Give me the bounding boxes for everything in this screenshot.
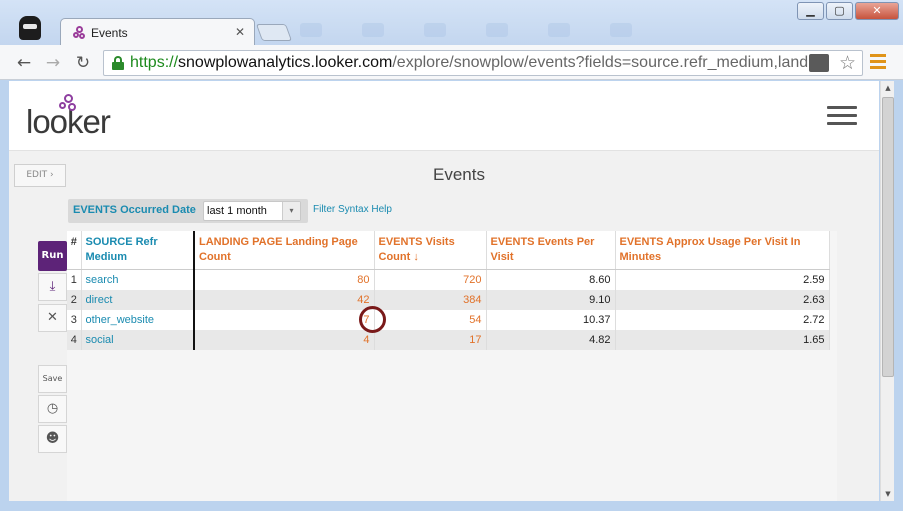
visits-count-cell[interactable]: 17 [374, 329, 487, 350]
row-number: 1 [67, 269, 82, 290]
medium-cell[interactable]: search [81, 269, 195, 290]
events-per-visit-cell: 8.60 [486, 269, 616, 290]
page-scrollbar[interactable]: ▲ ▼ [880, 81, 894, 501]
column-header-events-per-visit[interactable]: EVENTS Events Per Visit [486, 231, 616, 270]
scroll-up-icon[interactable]: ▲ [881, 81, 895, 95]
highlight-circle-annotation [359, 306, 386, 333]
save-button[interactable]: Save [38, 365, 67, 393]
download-icon[interactable]: ⤓ [38, 273, 67, 301]
row-number: 2 [67, 289, 82, 310]
results-table: # SOURCE Refr Medium LANDING PAGE Landin… [67, 231, 830, 350]
window-bottom-border [0, 501, 903, 511]
schedule-clock-icon[interactable]: ◷ [38, 395, 67, 423]
column-header-medium[interactable]: SOURCE Refr Medium [81, 231, 195, 270]
tab-events[interactable]: Events ✕ [60, 18, 255, 46]
tab-title: Events [91, 26, 128, 40]
usage-cell: 1.65 [615, 329, 830, 350]
visits-count-cell[interactable]: 384 [374, 289, 487, 310]
events-per-visit-cell: 10.37 [486, 309, 616, 330]
clear-results-icon[interactable]: ✕ [38, 304, 67, 332]
visits-count-cell[interactable]: 720 [374, 269, 487, 290]
results-panel: # SOURCE Refr Medium LANDING PAGE Landin… [67, 231, 837, 501]
landing-count-cell[interactable]: 42 [194, 289, 375, 310]
filter-value: last 1 month [207, 205, 267, 217]
looker-favicon-icon [73, 26, 85, 39]
lock-icon [112, 56, 124, 70]
profile-avatar-icon[interactable] [16, 14, 46, 42]
events-per-visit-cell: 9.10 [486, 289, 616, 310]
table-row: 4 social 4 17 4.82 1.65 [67, 329, 830, 350]
landing-count-cell[interactable]: 4 [194, 329, 375, 350]
address-bar[interactable]: https://snowplowanalytics.looker.com/exp… [103, 50, 863, 76]
chevron-down-icon[interactable]: ▾ [282, 202, 300, 220]
minimize-button[interactable]: ▁ [797, 2, 824, 20]
extension-icon[interactable] [809, 54, 829, 72]
events-per-visit-cell: 4.82 [486, 329, 616, 350]
looker-logo-mark-icon [57, 94, 79, 116]
hamburger-menu-icon[interactable] [827, 106, 857, 128]
browser-titlebar: Events ✕ ▁ ▢ ✕ [0, 0, 903, 46]
table-row: 2 direct 42 384 9.10 2.63 [67, 289, 830, 310]
browser-menu-icon[interactable] [870, 54, 886, 70]
background-tabs [300, 22, 730, 38]
row-number: 3 [67, 309, 82, 330]
scrollbar-thumb[interactable] [882, 97, 894, 377]
new-tab-button[interactable] [255, 24, 293, 41]
row-number: 4 [67, 329, 82, 350]
filter-field-label: EVENTS Occurred Date [73, 204, 196, 216]
filter-value-select[interactable]: last 1 month ▾ [203, 201, 301, 221]
url-text: https://snowplowanalytics.looker.com/exp… [130, 54, 821, 71]
table-row: 1 search 80 720 8.60 2.59 [67, 269, 830, 290]
forward-button[interactable]: → [42, 52, 64, 74]
usage-cell: 2.72 [615, 309, 830, 330]
usage-cell: 2.63 [615, 289, 830, 310]
back-button[interactable]: ← [13, 52, 35, 74]
run-button[interactable]: Run [38, 241, 67, 271]
edit-button[interactable]: EDIT › [14, 164, 66, 187]
filter-syntax-help-link[interactable]: Filter Syntax Help [313, 204, 392, 215]
landing-count-cell[interactable]: 7 [194, 309, 375, 330]
close-window-button[interactable]: ✕ [855, 2, 899, 20]
looker-header: looker [9, 81, 879, 151]
table-row: 3 other_website 7 54 10.37 2.72 [67, 309, 830, 330]
looker-page: looker EDIT › Events EVENTS Occurred Dat… [9, 81, 879, 501]
column-header-landing-page-count[interactable]: LANDING PAGE Landing Page Count [194, 231, 375, 270]
medium-cell[interactable]: direct [81, 289, 195, 310]
medium-cell[interactable]: other_website [81, 309, 195, 330]
landing-count-cell[interactable]: 80 [194, 269, 375, 290]
reload-button[interactable]: ↻ [72, 52, 94, 74]
usage-cell: 2.59 [615, 269, 830, 290]
column-header-row-number: # [67, 231, 82, 270]
medium-cell[interactable]: social [81, 329, 195, 350]
filter-bar: EVENTS Occurred Date last 1 month ▾ [68, 199, 308, 223]
page-title: Events [433, 165, 485, 184]
bookmark-star-icon[interactable]: ☆ [839, 52, 856, 74]
browser-toolbar: ← → ↻ https://snowplowanalytics.looker.c… [0, 45, 903, 80]
column-header-visits-count[interactable]: EVENTS Visits Count ↓ [374, 231, 487, 270]
maximize-button[interactable]: ▢ [826, 2, 853, 20]
share-user-icon[interactable]: ☻ [38, 425, 67, 453]
visits-count-cell[interactable]: 54 [374, 309, 487, 330]
tab-close-icon[interactable]: ✕ [235, 25, 245, 39]
scroll-down-icon[interactable]: ▼ [881, 487, 895, 501]
column-header-approx-usage[interactable]: EVENTS Approx Usage Per Visit In Minutes [615, 231, 830, 270]
table-header-row: # SOURCE Refr Medium LANDING PAGE Landin… [67, 231, 830, 270]
